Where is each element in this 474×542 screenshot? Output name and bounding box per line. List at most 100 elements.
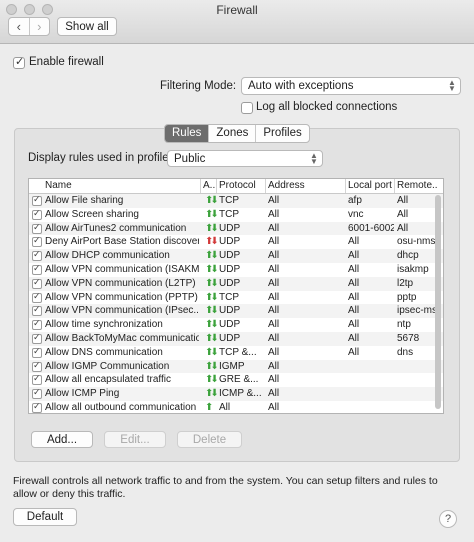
cell-protocol: TCP (219, 291, 239, 303)
cell-protocol: TCP (219, 208, 239, 220)
enable-firewall-label: Enable firewall (29, 56, 104, 68)
table-row[interactable]: ⬆⬇ Allow VPN communication (L2TP) UDP All Al… (29, 276, 443, 291)
cell-name: Allow VPN communication (IPsec... (45, 305, 199, 317)
cell-remote: All (397, 195, 409, 206)
column-header-protocol[interactable]: Protocol (219, 180, 267, 191)
table-row[interactable]: ⬆⬇Allow AirTunes2 communicationUDPAll600… (29, 221, 443, 236)
cell-local-port: All (348, 263, 360, 275)
forward-icon[interactable]: › (28, 18, 50, 35)
cell-address: All (268, 263, 280, 275)
cell-protocol: TCP (219, 195, 239, 206)
table-row[interactable]: ⬆⬇ Allow DHCP communication UDP All All dhcp (29, 249, 443, 263)
allow-arrows-icon: ⬆⬇ (205, 332, 219, 344)
help-icon[interactable]: ? (439, 510, 457, 528)
allow-arrows-icon: ⬆⬇ (205, 319, 219, 331)
cell-address: All (268, 401, 280, 413)
allow-arrows-icon: ⬆⬇ (205, 305, 219, 317)
cell-name: Allow BackToMyMac communication (45, 332, 199, 344)
window-title: Firewall (216, 3, 258, 17)
allow-arrows-icon: ⬆⬇ (205, 263, 219, 275)
chevron-updown-icon: ▲ ▼ (310, 151, 318, 166)
cell-protocol: UDP (219, 250, 241, 262)
cell-remote: l2tp (397, 277, 414, 289)
add-rule-button[interactable]: Add... (31, 431, 93, 448)
back-icon[interactable]: ‹ (9, 18, 29, 35)
cell-local-port: afp (348, 195, 362, 206)
rule-enabled-checkbox[interactable] (32, 401, 42, 413)
show-all-button[interactable]: Show all (57, 17, 117, 36)
rules-table[interactable]: Name A... Protocol Address Local port Re… (28, 178, 444, 414)
cell-address: All (268, 332, 280, 344)
rule-enabled-checkbox[interactable] (32, 235, 42, 248)
table-row[interactable]: ⬆⬇ Allow IGMP Communication IGMP All (29, 359, 443, 374)
tab-rules[interactable]: Rules (165, 125, 209, 142)
rule-enabled-checkbox[interactable] (32, 304, 42, 317)
enable-firewall-checkbox[interactable] (13, 55, 25, 69)
tab-zones[interactable]: Zones (208, 125, 255, 142)
table-row[interactable]: ⬆⬇ Allow DNS communication TCP &... All All d… (29, 346, 443, 360)
cell-remote: All (397, 208, 409, 220)
log-blocked-checkbox[interactable] (241, 102, 253, 114)
cell-address: All (268, 250, 280, 262)
rule-enabled-checkbox[interactable] (32, 373, 42, 386)
cell-address: All (268, 360, 280, 372)
table-row[interactable]: ⬆⬇ Allow BackToMyMac communication UDP All A… (29, 331, 443, 346)
column-header-action[interactable]: A... (203, 180, 217, 191)
edit-rule-button[interactable]: Edit... (104, 431, 166, 448)
rule-enabled-checkbox[interactable] (32, 332, 42, 344)
table-row[interactable]: ⬆⬇ Allow all encapsulated traffic GRE &...… (29, 373, 443, 387)
rule-enabled-checkbox[interactable] (32, 291, 42, 303)
rule-enabled-checkbox[interactable] (32, 346, 42, 358)
profile-select[interactable]: Public ▲ ▼ (167, 150, 323, 167)
rule-enabled-checkbox[interactable] (32, 360, 42, 372)
table-row[interactable]: ⬆⬇ Allow ICMP Ping ICMP &... All (29, 387, 443, 401)
filtering-mode-select[interactable]: Auto with exceptions ▲ ▼ (241, 77, 461, 95)
cell-local-port: All (348, 277, 360, 289)
table-row[interactable]: ⬆⬇ Allow VPN communication (ISAKM... UDP Al… (29, 263, 443, 277)
cell-protocol: UDP (219, 222, 241, 234)
rule-enabled-checkbox[interactable] (32, 387, 42, 400)
table-scrollbar[interactable] (435, 195, 441, 409)
allow-arrows-icon: ⬆⬇ (205, 388, 219, 400)
column-header-address[interactable]: Address (268, 180, 343, 191)
rule-enabled-checkbox[interactable] (32, 263, 42, 275)
table-row[interactable]: ⬆⬇ Allow VPN communication (PPTP) TCP All Al… (29, 291, 443, 305)
cell-local-port: vnc (348, 208, 364, 220)
column-header-name[interactable]: Name (45, 180, 195, 191)
default-button[interactable]: Default (13, 508, 77, 526)
column-header-remote[interactable]: Remote... (397, 180, 437, 191)
rule-enabled-checkbox[interactable] (32, 249, 42, 262)
cell-protocol: UDP (219, 319, 241, 331)
rule-enabled-checkbox[interactable] (32, 194, 42, 206)
log-blocked-label: Log all blocked connections (256, 101, 398, 113)
cell-name: Allow all outbound communication (45, 401, 197, 413)
table-row[interactable]: ⬆⬇ Deny AirPort Base Station discovery UDP… (29, 235, 443, 249)
rule-enabled-checkbox[interactable] (32, 277, 42, 289)
allow-arrows-icon: ⬆⬇ (205, 374, 219, 386)
allow-arrows-icon: ⬆⬇ (205, 346, 219, 358)
filtering-mode-label: Filtering Mode: (160, 80, 237, 92)
cell-name: Allow VPN communication (PPTP) (45, 291, 198, 303)
outbound-arrow-icon: ⬆ (205, 401, 213, 413)
cell-protocol: UDP (219, 305, 241, 317)
table-row[interactable]: ⬆⬇ Allow File sharing TCP All afp All (29, 194, 443, 208)
table-row[interactable]: ⬆⬇ Allow Screen sharing TCP All vnc All (29, 208, 443, 222)
cell-protocol: UDP (219, 332, 241, 344)
cell-remote: ipsec-ms (397, 305, 437, 317)
rule-enabled-checkbox[interactable] (32, 318, 42, 331)
cell-address: All (268, 277, 280, 289)
column-header-local-port[interactable]: Local port (348, 180, 396, 191)
table-row[interactable]: ⬆⬇ Allow time synchronization UDP All All ntp (29, 318, 443, 332)
rule-enabled-checkbox[interactable] (32, 222, 42, 234)
rule-enabled-checkbox[interactable] (32, 208, 42, 220)
allow-arrows-icon: ⬆⬇ (205, 222, 219, 234)
tab-profiles[interactable]: Profiles (255, 125, 308, 142)
delete-rule-button[interactable]: Delete (177, 431, 242, 448)
title-bar: Firewall ‹ › Show all (0, 0, 474, 44)
nav-buttons: ‹ › (8, 17, 50, 36)
table-row[interactable]: ⬆⬇ Allow VPN communication (IPsec... UDP Al… (29, 304, 443, 319)
cell-name: Allow VPN communication (L2TP) (45, 277, 196, 289)
cell-protocol: All (219, 401, 231, 413)
table-row[interactable]: ⬆ Allow all outbound communication All All (29, 401, 443, 413)
cell-address: All (268, 208, 280, 220)
